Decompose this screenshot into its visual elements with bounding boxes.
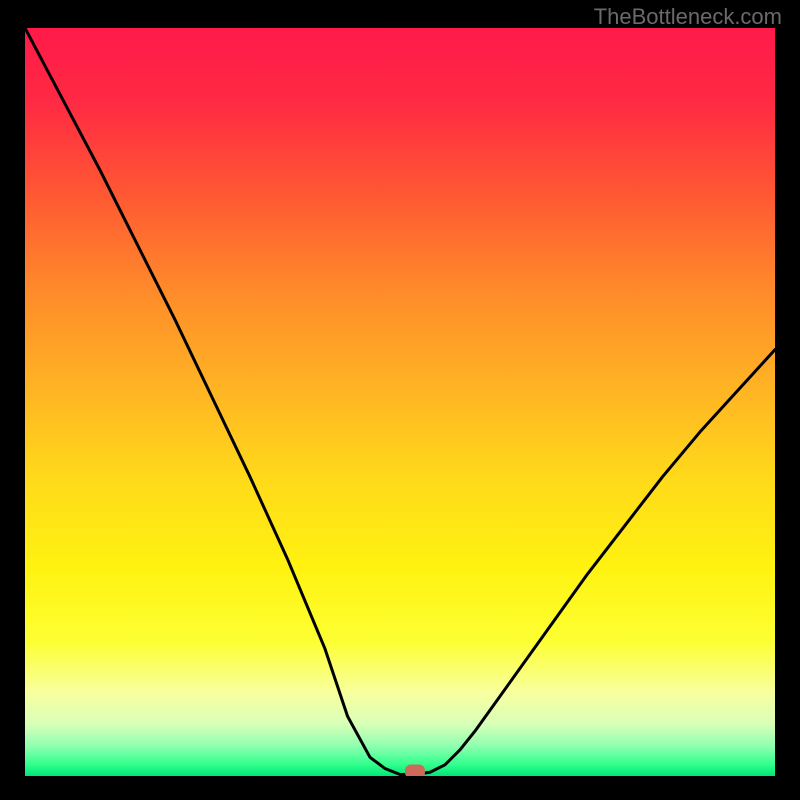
optimal-marker: [405, 765, 425, 776]
gradient-background: [25, 28, 775, 776]
watermark-text: TheBottleneck.com: [594, 4, 782, 30]
chart-svg: [25, 28, 775, 776]
plot-area: [25, 28, 775, 776]
chart-container: TheBottleneck.com: [0, 0, 800, 800]
